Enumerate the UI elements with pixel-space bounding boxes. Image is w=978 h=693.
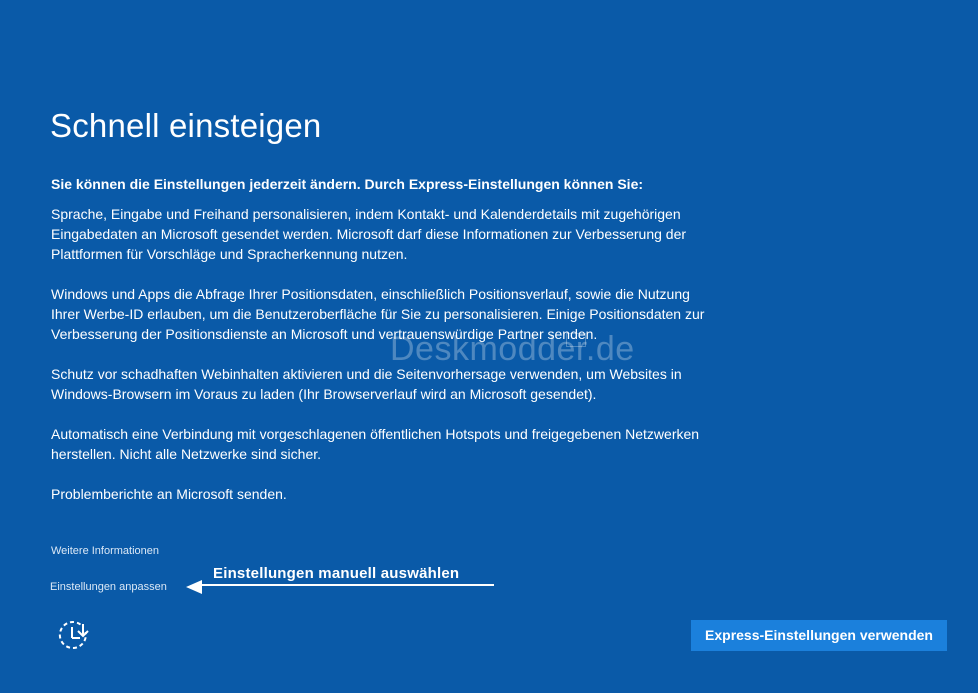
annotation-label: Einstellungen manuell auswählen — [213, 565, 460, 582]
intro-text: Sie können die Einstellungen jederzeit ä… — [51, 176, 644, 192]
paragraph-error-reports: Problemberichte an Microsoft senden. — [51, 486, 287, 502]
more-info-link[interactable]: Weitere Informationen — [51, 545, 159, 557]
settings-description: Sie können die Einstellungen jederzeit ä… — [51, 174, 721, 504]
page-title: Schnell einsteigen — [50, 107, 322, 144]
ease-of-access-icon[interactable] — [56, 619, 92, 653]
paragraph-location: Windows und Apps die Abfrage Ihrer Posit… — [51, 286, 705, 342]
express-settings-button[interactable]: Express-Einstellungen verwenden — [691, 620, 947, 651]
paragraph-hotspots: Automatisch eine Verbindung mit vorgesch… — [51, 426, 700, 462]
paragraph-browser-protection: Schutz vor schadhaften Webinhalten aktiv… — [51, 366, 682, 402]
customize-settings-link[interactable]: Einstellungen anpassen — [50, 581, 167, 593]
paragraph-personalization: Sprache, Eingabe und Freihand personalis… — [51, 206, 687, 262]
